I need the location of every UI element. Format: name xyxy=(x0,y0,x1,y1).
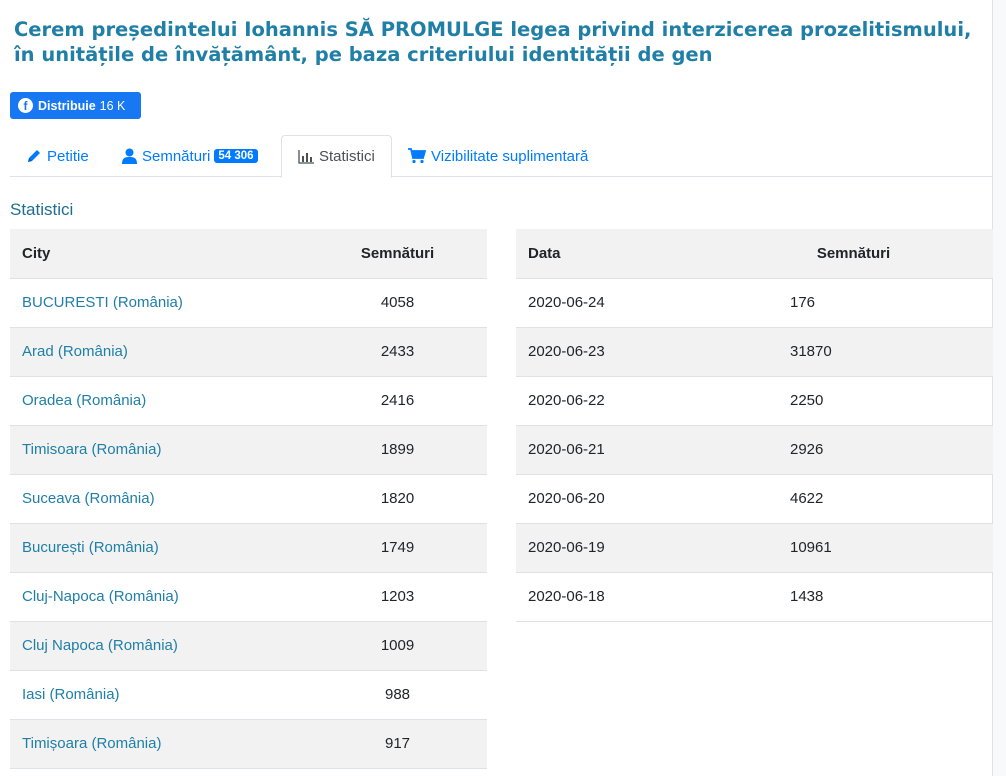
signature-count-cell: 4058 xyxy=(308,278,487,328)
table-row: 2020-06-18 1438 xyxy=(516,572,993,622)
signature-count-cell: 176 xyxy=(714,278,993,328)
date-cell: 2020-06-20 xyxy=(516,474,714,524)
city-link[interactable]: Cluj-Napoca (România) xyxy=(10,572,308,622)
signature-count-cell: 1899 xyxy=(308,425,487,475)
date-cell: 2020-06-22 xyxy=(516,376,714,426)
signature-count-cell: 2250 xyxy=(714,376,993,426)
table-row: Oradea (România) 2416 xyxy=(10,376,487,426)
pencil-icon xyxy=(26,148,42,164)
tab-statistici[interactable]: Statistici xyxy=(281,135,392,178)
signature-count-badge: 54 306 xyxy=(214,149,258,163)
table-row: Suceava (România) 1820 xyxy=(10,474,487,524)
city-link[interactable]: Suceava (România) xyxy=(10,474,308,524)
table-row: 2020-06-20 4622 xyxy=(516,474,993,524)
signature-count-cell: 31870 xyxy=(714,327,993,377)
table-row: Iasi (România) 988 xyxy=(10,670,487,720)
date-statistics-table: Data Semnături 2020-06-24 176 2020-06-23 31… xyxy=(516,229,993,622)
signature-count-cell: 988 xyxy=(308,670,487,720)
table-header-row: City Semnături xyxy=(10,229,487,279)
date-cell: 2020-06-23 xyxy=(516,327,714,377)
scrollbar[interactable] xyxy=(992,0,1006,776)
facebook-icon: f xyxy=(18,98,33,113)
table-row: Cluj Napoca (România) 1009 xyxy=(10,621,487,671)
table-row: Timisoara (România) 1899 xyxy=(10,425,487,475)
column-header-signatures: Semnături xyxy=(308,229,487,279)
column-header-signatures: Semnături xyxy=(714,229,993,279)
signature-count-cell: 4622 xyxy=(714,474,993,524)
tab-petitie[interactable]: Petitie xyxy=(10,135,105,177)
table-row: Cluj-Napoca (România) 1203 xyxy=(10,572,487,622)
city-link[interactable]: Oradea (România) xyxy=(10,376,308,426)
petition-title: Cerem președintelui Iohannis SĂ PROMULGE… xyxy=(14,18,972,66)
tab-bar: Petitie Semnături 54 306 Statistici Vizi… xyxy=(10,135,993,178)
signature-count-cell: 1009 xyxy=(308,621,487,671)
signature-count-cell: 10961 xyxy=(714,523,993,573)
cart-icon xyxy=(408,148,426,164)
city-link[interactable]: BUCURESTI (România) xyxy=(10,278,308,328)
table-row: 2020-06-23 31870 xyxy=(516,327,993,377)
facebook-share-button[interactable]: f Distribuie 16 K xyxy=(10,92,141,119)
city-link[interactable]: Iasi (România) xyxy=(10,670,308,720)
user-icon xyxy=(122,148,137,164)
signature-count-cell: 1749 xyxy=(308,523,487,573)
table-row: 2020-06-24 176 xyxy=(516,278,993,328)
signature-count-cell: 2433 xyxy=(308,327,487,377)
table-row: Timișoara (România) 917 xyxy=(10,719,487,769)
date-cell: 2020-06-18 xyxy=(516,572,714,622)
tab-vizibilitate[interactable]: Vizibilitate suplimentară xyxy=(392,135,604,177)
signature-count-cell: 917 xyxy=(308,719,487,769)
signature-count-cell: 2416 xyxy=(308,376,487,426)
date-cell: 2020-06-24 xyxy=(516,278,714,328)
share-label: Distribuie xyxy=(38,98,96,113)
tab-label: Petitie xyxy=(47,147,89,165)
section-title: Statistici xyxy=(10,200,74,219)
city-statistics-table: City Semnături BUCURESTI (România) 4058 Ar… xyxy=(10,229,487,769)
tab-label: Semnături xyxy=(142,147,211,165)
signature-count-cell: 1820 xyxy=(308,474,487,524)
tab-label: Statistici xyxy=(319,148,375,165)
table-row: București (România) 1749 xyxy=(10,523,487,573)
share-count: 16 K xyxy=(99,98,126,113)
city-link[interactable]: Cluj Napoca (România) xyxy=(10,621,308,671)
table-row: 2020-06-19 10961 xyxy=(516,523,993,573)
signature-count-cell: 2926 xyxy=(714,425,993,475)
city-link[interactable]: Arad (România) xyxy=(10,327,308,377)
signature-count-cell: 1438 xyxy=(714,572,993,622)
city-link[interactable]: Timisoara (România) xyxy=(10,425,308,475)
column-header-city: City xyxy=(10,229,308,279)
city-link[interactable]: București (România) xyxy=(10,523,308,573)
table-header-row: Data Semnături xyxy=(516,229,993,279)
date-cell: 2020-06-21 xyxy=(516,425,714,475)
table-row: Arad (România) 2433 xyxy=(10,327,487,377)
bar-chart-icon xyxy=(298,149,314,164)
city-link[interactable]: Timișoara (România) xyxy=(10,719,308,769)
signature-count-cell: 1203 xyxy=(308,572,487,622)
table-row: 2020-06-22 2250 xyxy=(516,376,993,426)
column-header-date: Data xyxy=(516,229,714,279)
date-cell: 2020-06-19 xyxy=(516,523,714,573)
tab-semnaturi[interactable]: Semnături 54 306 xyxy=(106,135,274,177)
table-row: BUCURESTI (România) 4058 xyxy=(10,278,487,328)
table-row: 2020-06-21 2926 xyxy=(516,425,993,475)
tab-label: Vizibilitate suplimentară xyxy=(431,147,589,165)
